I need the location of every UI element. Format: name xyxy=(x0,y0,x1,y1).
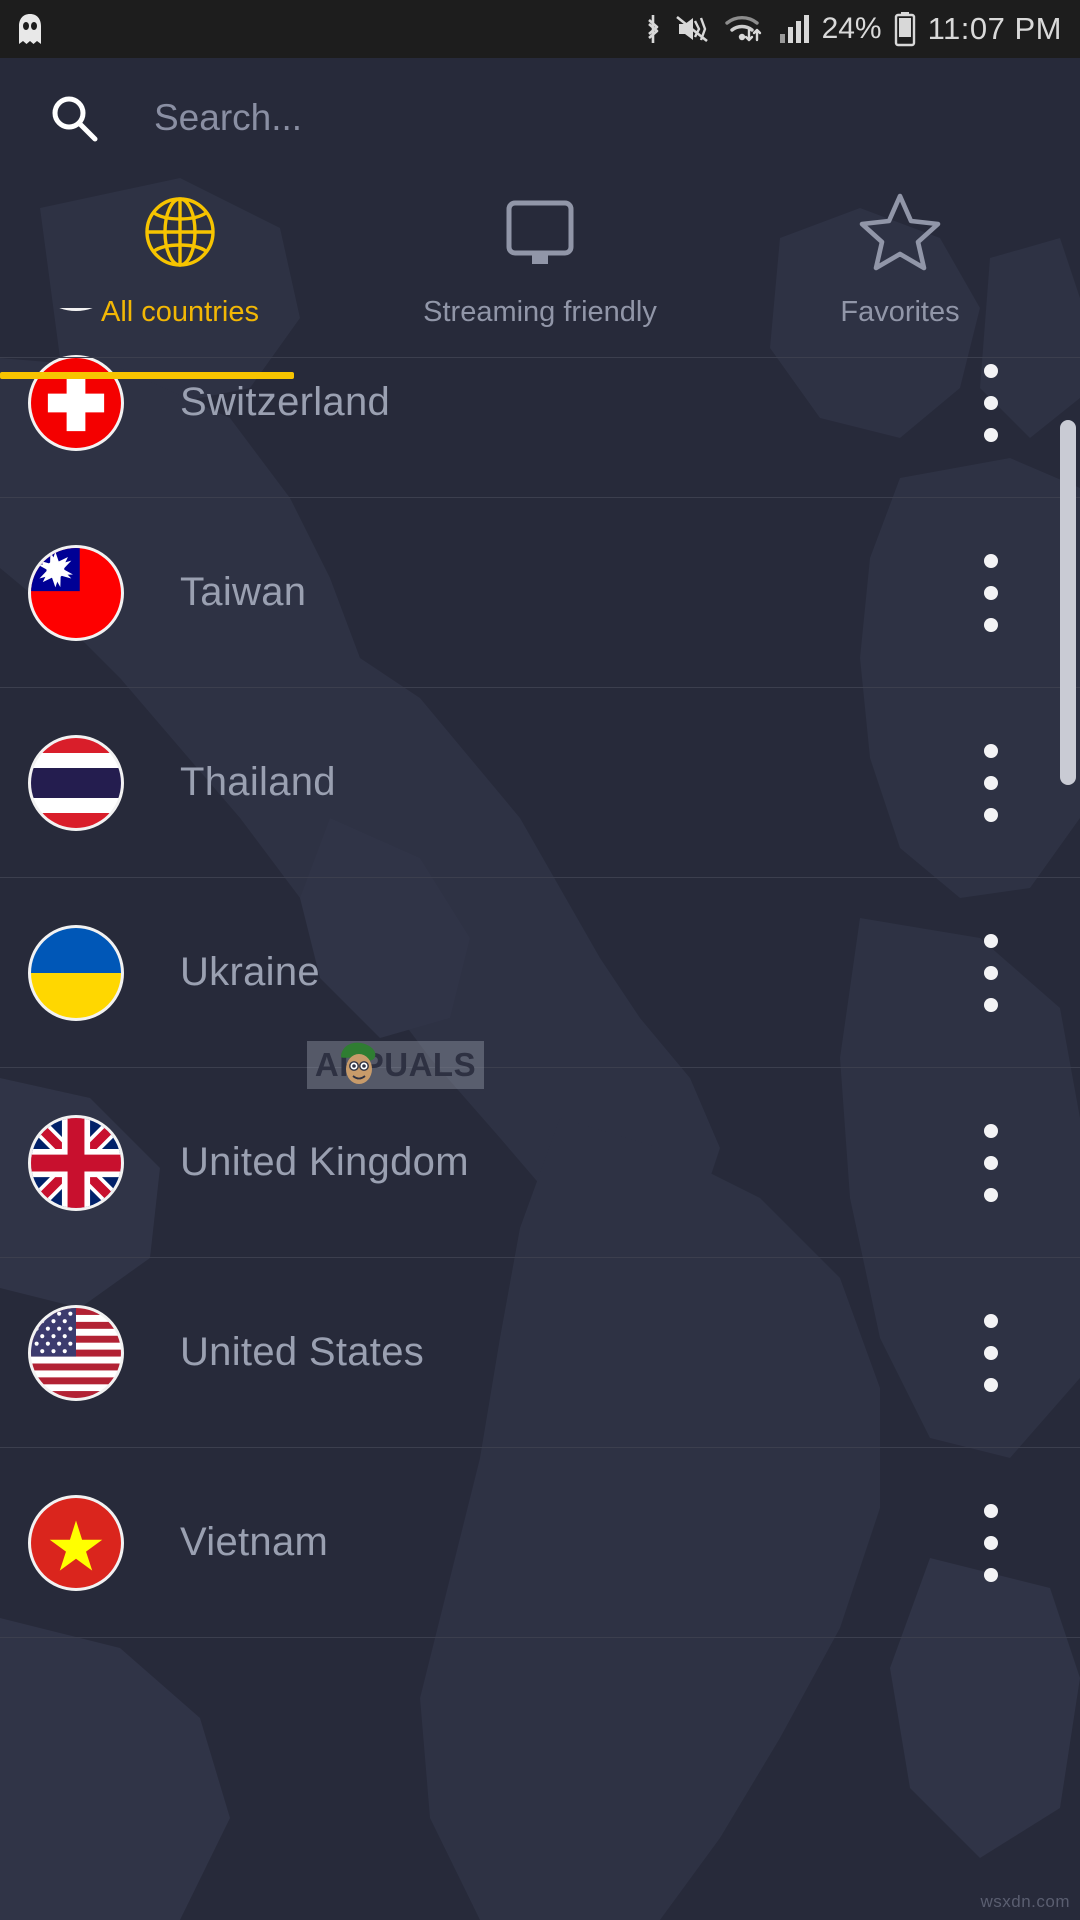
appuals-mascot-icon xyxy=(335,1037,381,1091)
monitor-icon xyxy=(497,186,583,278)
list-item-label: United Kingdom xyxy=(180,1140,469,1185)
table-row[interactable]: Taiwan xyxy=(0,498,1080,688)
table-row[interactable]: Ukraine xyxy=(0,878,1080,1068)
thailand-flag-icon xyxy=(28,735,124,831)
kebab-menu-icon[interactable] xyxy=(984,744,998,822)
status-bar-right: 24% 11:07 PM xyxy=(642,11,1062,47)
taiwan-flag-icon xyxy=(28,545,124,641)
table-row[interactable]: Vietnam xyxy=(0,1448,1080,1638)
kebab-menu-icon[interactable] xyxy=(984,934,998,1012)
appuals-watermark: APPUALS xyxy=(307,1041,484,1089)
battery-percent-label: 24% xyxy=(822,12,882,46)
kebab-menu-icon[interactable] xyxy=(984,1504,998,1582)
kebab-menu-icon[interactable] xyxy=(984,554,998,632)
table-row[interactable]: Thailand xyxy=(0,688,1080,878)
tab-label-all-countries: All countries xyxy=(101,296,259,329)
list-item-label: Taiwan xyxy=(180,570,306,615)
wifi-icon xyxy=(724,12,768,46)
tab-all-countries[interactable]: All countries xyxy=(0,178,360,368)
star-icon xyxy=(856,186,944,278)
list-item-label: Ukraine xyxy=(180,950,320,995)
tab-favorites[interactable]: Favorites xyxy=(720,178,1080,368)
vertical-scrollbar[interactable] xyxy=(1060,420,1076,1880)
united-states-flag-icon xyxy=(28,1305,124,1401)
tab-label-streaming-friendly: Streaming friendly xyxy=(423,296,657,329)
united-kingdom-flag-icon xyxy=(28,1115,124,1211)
ukraine-flag-icon xyxy=(28,925,124,1021)
cyberghost-icon xyxy=(16,13,44,45)
tab-label-favorites: Favorites xyxy=(840,296,959,329)
tab-bar: All countries Streaming friendly Fa xyxy=(0,178,1080,368)
battery-icon xyxy=(893,11,917,47)
vietnam-flag-icon xyxy=(28,1495,124,1591)
switzerland-flag-icon xyxy=(28,355,124,451)
main-panel: All countries Streaming friendly Fa xyxy=(0,58,1080,1920)
mute-vibrate-icon xyxy=(675,13,713,45)
kebab-menu-icon[interactable] xyxy=(984,364,998,442)
clock-label: 11:07 PM xyxy=(928,11,1062,47)
status-bar: 24% 11:07 PM xyxy=(0,0,1080,58)
scrollbar-thumb[interactable] xyxy=(1060,420,1076,785)
corner-watermark: wsxdn.com xyxy=(980,1892,1070,1912)
list-item-label: United States xyxy=(180,1330,424,1375)
status-bar-left xyxy=(16,13,44,45)
kebab-menu-icon[interactable] xyxy=(984,1314,998,1392)
list-item-label: Vietnam xyxy=(180,1520,328,1565)
search-input[interactable] xyxy=(154,97,854,139)
tab-streaming-friendly[interactable]: Streaming friendly xyxy=(360,178,720,368)
search-bar[interactable] xyxy=(0,58,1080,178)
search-icon xyxy=(48,92,100,144)
list-item-label: Thailand xyxy=(180,760,336,805)
list-item-label: Switzerland xyxy=(180,380,390,425)
kebab-menu-icon[interactable] xyxy=(984,1124,998,1202)
cellular-signal-icon xyxy=(779,14,811,44)
country-list[interactable]: Sweden Switzerland xyxy=(0,308,1080,1920)
globe-icon xyxy=(138,186,222,278)
active-tab-indicator xyxy=(0,372,294,379)
table-row[interactable]: United Kingdom xyxy=(0,1068,1080,1258)
table-row[interactable]: United States xyxy=(0,1258,1080,1448)
screen: 24% 11:07 PM xyxy=(0,0,1080,1920)
bluetooth-icon xyxy=(642,12,664,46)
